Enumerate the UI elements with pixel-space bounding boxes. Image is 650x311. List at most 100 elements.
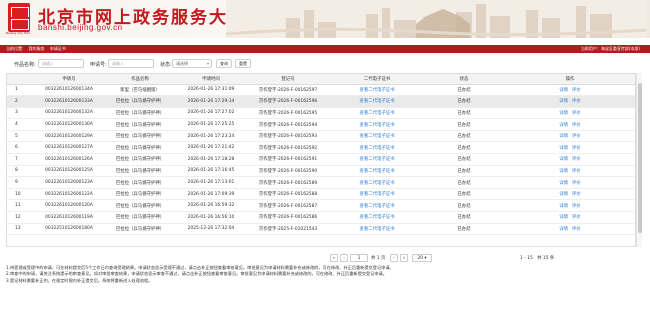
column-header-cert: 二代电子证书 xyxy=(329,74,425,85)
row-cert-link[interactable]: 查看二代电子证书 xyxy=(359,157,394,162)
table-row[interactable]: 13 0032251012600180A 巴拉拉（兵马俑守护神） 2025-12-26… xyxy=(7,223,635,236)
row-index: 7 xyxy=(15,156,18,162)
breadcrumb-my-services[interactable]: 我的服务 xyxy=(29,46,45,51)
row-reg-no: 京作登字-2026-F-00162588 xyxy=(258,192,318,198)
row-apply-no: 0032261012600134A xyxy=(45,87,93,93)
row-cert-link[interactable]: 查看二代电子证书 xyxy=(359,123,394,128)
row-detail-link[interactable]: 详情 xyxy=(559,169,568,174)
table-row[interactable]: 5 0032261012600129A 巴拉拉（兵马俑守护神） 2026-01-26 … xyxy=(7,130,635,143)
apply-no-input[interactable]: 请输入 xyxy=(108,59,154,68)
row-work-name: 巴拉拉（兵马俑守护神） xyxy=(115,99,165,105)
row-detail-link[interactable]: 详情 xyxy=(559,181,568,186)
row-index: 2 xyxy=(15,98,18,104)
row-apply-time: 2026-01-26 17:29:14 xyxy=(187,98,235,104)
table-row[interactable]: 11 0032261012600120A 巴拉拉（兵马俑守护神） 2026-01-26… xyxy=(7,199,635,213)
top-nav-bar: 当前位置: 我的服务 申请证书 当前用户：海淀区委宣传部(本部) xyxy=(0,45,650,53)
row-rate-link[interactable]: 评价 xyxy=(572,204,581,209)
status-label: 状态: xyxy=(160,62,172,68)
row-detail-link[interactable]: 详情 xyxy=(559,157,568,162)
table-row[interactable]: 4 0032261012600130A 巴拉拉（兵马俑守护神） 2026-01-26 … xyxy=(7,118,635,131)
site-url: banshi.beijing.gov.cn xyxy=(38,23,123,32)
row-apply-time: 2026-01-26 16:59:32 xyxy=(187,203,235,209)
row-detail-link[interactable]: 详情 xyxy=(559,204,568,209)
row-detail-link[interactable]: 详情 xyxy=(559,88,568,93)
row-cert-link[interactable]: 查看二代电子证书 xyxy=(359,227,394,232)
next-page-button[interactable]: › xyxy=(390,254,398,262)
table-row[interactable]: 3 0032261012600132A 巴拉拉（兵马俑守护神） 2026-01-26 … xyxy=(7,107,635,120)
row-rate-link[interactable]: 评价 xyxy=(572,88,581,93)
table-row[interactable]: 9 0032261012600123A 巴拉拉（兵马俑守护神） 2026-01-26 … xyxy=(7,176,635,189)
current-user[interactable]: 当前用户：海淀区委宣传部(本部) xyxy=(581,45,640,53)
row-rate-link[interactable]: 评价 xyxy=(572,134,581,139)
row-cert-link[interactable]: 查看二代电子证书 xyxy=(359,111,394,116)
row-status: 已办结 xyxy=(457,110,471,116)
row-rate-link[interactable]: 评价 xyxy=(572,99,581,104)
row-work-name: 巴拉拉（兵马俑守护神） xyxy=(115,110,165,116)
reset-button[interactable]: 重置 xyxy=(235,59,251,68)
table-row[interactable]: 1 0032261012600134A 新里（巴马插图版） 2026-01-26 17… xyxy=(7,84,635,97)
row-cert-link[interactable]: 查看二代电子证书 xyxy=(359,146,394,151)
table-row[interactable]: 2 0032261012600133A 巴拉拉（兵马俑守护神） 2026-01-26 … xyxy=(7,95,635,108)
table-row[interactable]: 8 0032261012600125A 巴拉拉（兵马俑守护神） 2026-01-26 … xyxy=(7,165,635,178)
row-status: 已办结 xyxy=(457,99,471,105)
note-line-3: 3.登记材料需要补正的，在规定时限内补正提交后，系统将重新进入处理流程。 xyxy=(6,277,153,283)
table-row[interactable]: 7 0032261012600126A 巴拉拉（兵马俑守护神） 2026-01-26 … xyxy=(7,153,635,166)
row-detail-link[interactable]: 详情 xyxy=(559,111,568,116)
row-apply-no: 0032261012600123A xyxy=(45,180,93,186)
table-row[interactable]: 12 0032261012600119A 巴拉拉（兵马俑守护神） 2026-01-26… xyxy=(7,211,635,224)
row-cert-link[interactable]: 查看二代电子证书 xyxy=(359,88,394,93)
row-rate-link[interactable]: 评价 xyxy=(572,123,581,128)
row-reg-no: 京作登字-2026-F-00162593 xyxy=(258,134,318,140)
work-name-label: 作品名称: xyxy=(14,62,36,68)
row-detail-link[interactable]: 详情 xyxy=(559,99,568,104)
row-detail-link[interactable]: 详情 xyxy=(559,123,568,128)
row-cert-link[interactable]: 查看二代电子证书 xyxy=(359,99,394,104)
row-apply-no: 0032261012600133A xyxy=(45,98,93,104)
row-rate-link[interactable]: 评价 xyxy=(572,157,581,162)
first-page-button[interactable]: « xyxy=(330,254,338,262)
row-status: 已办结 xyxy=(457,145,471,151)
page-size-select[interactable]: 20 ▾ xyxy=(412,254,432,262)
row-rate-link[interactable]: 评价 xyxy=(572,169,581,174)
breadcrumb-apply-cert[interactable]: 申请证书 xyxy=(50,46,66,51)
row-rate-link[interactable]: 评价 xyxy=(572,146,581,151)
row-index: 12 xyxy=(15,214,21,220)
row-cert-link[interactable]: 查看二代电子证书 xyxy=(359,204,394,209)
work-name-input[interactable]: 请输入 xyxy=(38,59,84,68)
last-page-button[interactable]: » xyxy=(400,254,408,262)
query-button[interactable]: 查询 xyxy=(216,59,232,68)
table-row[interactable]: 6 0032261012600127A 巴拉拉（兵马俑守护神） 2026-01-26 … xyxy=(7,141,635,155)
row-rate-link[interactable]: 评价 xyxy=(572,215,581,220)
row-reg-no: 京作登字-2026-F-00162587 xyxy=(258,203,318,209)
beijing-logo-icon[interactable] xyxy=(8,3,30,32)
status-select[interactable]: 请选择 xyxy=(172,59,212,68)
table-scrollbar[interactable] xyxy=(636,73,642,247)
row-index: 5 xyxy=(15,133,18,139)
row-cert-link[interactable]: 查看二代电子证书 xyxy=(359,181,394,186)
row-index: 13 xyxy=(15,226,21,232)
row-detail-link[interactable]: 详情 xyxy=(559,227,568,232)
column-header-work-name: 作品名称 xyxy=(105,74,175,85)
row-rate-link[interactable]: 评价 xyxy=(572,111,581,116)
row-detail-link[interactable]: 详情 xyxy=(559,215,568,220)
row-apply-no: 0032261012600125A xyxy=(45,168,93,174)
row-detail-link[interactable]: 详情 xyxy=(559,192,568,197)
row-detail-link[interactable]: 详情 xyxy=(559,146,568,151)
row-rate-link[interactable]: 评价 xyxy=(572,181,581,186)
row-cert-link[interactable]: 查看二代电子证书 xyxy=(359,134,394,139)
notes-section: 1.待受理或受理中的申请，可在材料提交后5个工作日内查询受理结果。申请状态显示受… xyxy=(6,265,646,284)
row-cert-link[interactable]: 查看二代电子证书 xyxy=(359,169,394,174)
row-cert-link[interactable]: 查看二代电子证书 xyxy=(359,215,394,220)
scrollbar-thumb[interactable] xyxy=(638,83,642,233)
table-row[interactable]: 10 0032261012600122A 巴拉拉（兵马俑守护神） 2026-01-26… xyxy=(7,188,635,201)
row-detail-link[interactable]: 详情 xyxy=(559,134,568,139)
page-number-input[interactable]: 1 xyxy=(350,254,368,262)
row-rate-link[interactable]: 评价 xyxy=(572,192,581,197)
prev-page-button[interactable]: ‹ xyxy=(340,254,348,262)
row-work-name: 巴拉拉（兵马俑守护神） xyxy=(115,168,165,174)
row-index: 9 xyxy=(15,180,18,186)
row-reg-no: 京作登字-2026-F-00162591 xyxy=(258,157,318,163)
row-rate-link[interactable]: 评价 xyxy=(572,227,581,232)
row-cert-link[interactable]: 查看二代电子证书 xyxy=(359,192,394,197)
row-reg-no: 京作登字-2026-F-00162596 xyxy=(258,99,318,105)
